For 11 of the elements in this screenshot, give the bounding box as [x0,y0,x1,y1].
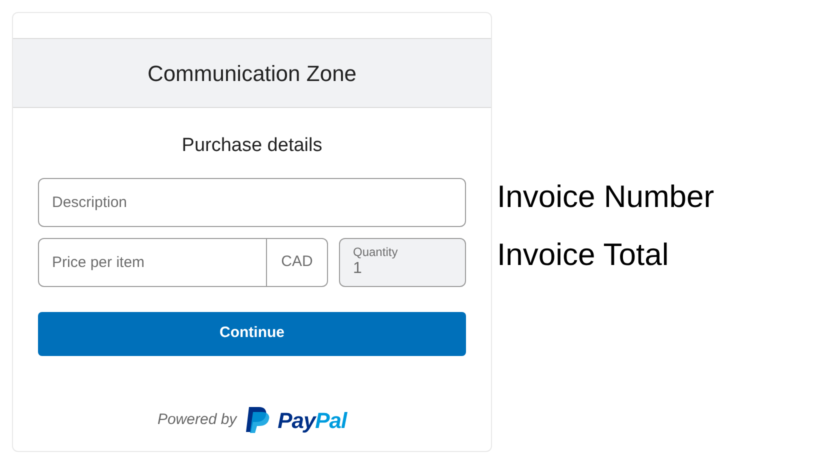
continue-button[interactable]: Continue [38,312,466,356]
currency-label: CAD [267,238,328,286]
side-label: Invoice Total [497,236,670,274]
description-field[interactable]: Description [38,178,466,226]
price-field[interactable]: Price per item [38,238,267,286]
section-heading: Purchase details [182,134,322,158]
side-label: Invoice Number [497,178,714,216]
card-title: Communication Zone [147,60,357,88]
powered-by-text: Powered by [157,410,237,430]
paypal-logo-icon [244,406,270,434]
paypal-wordmark: PayPal [278,406,347,435]
